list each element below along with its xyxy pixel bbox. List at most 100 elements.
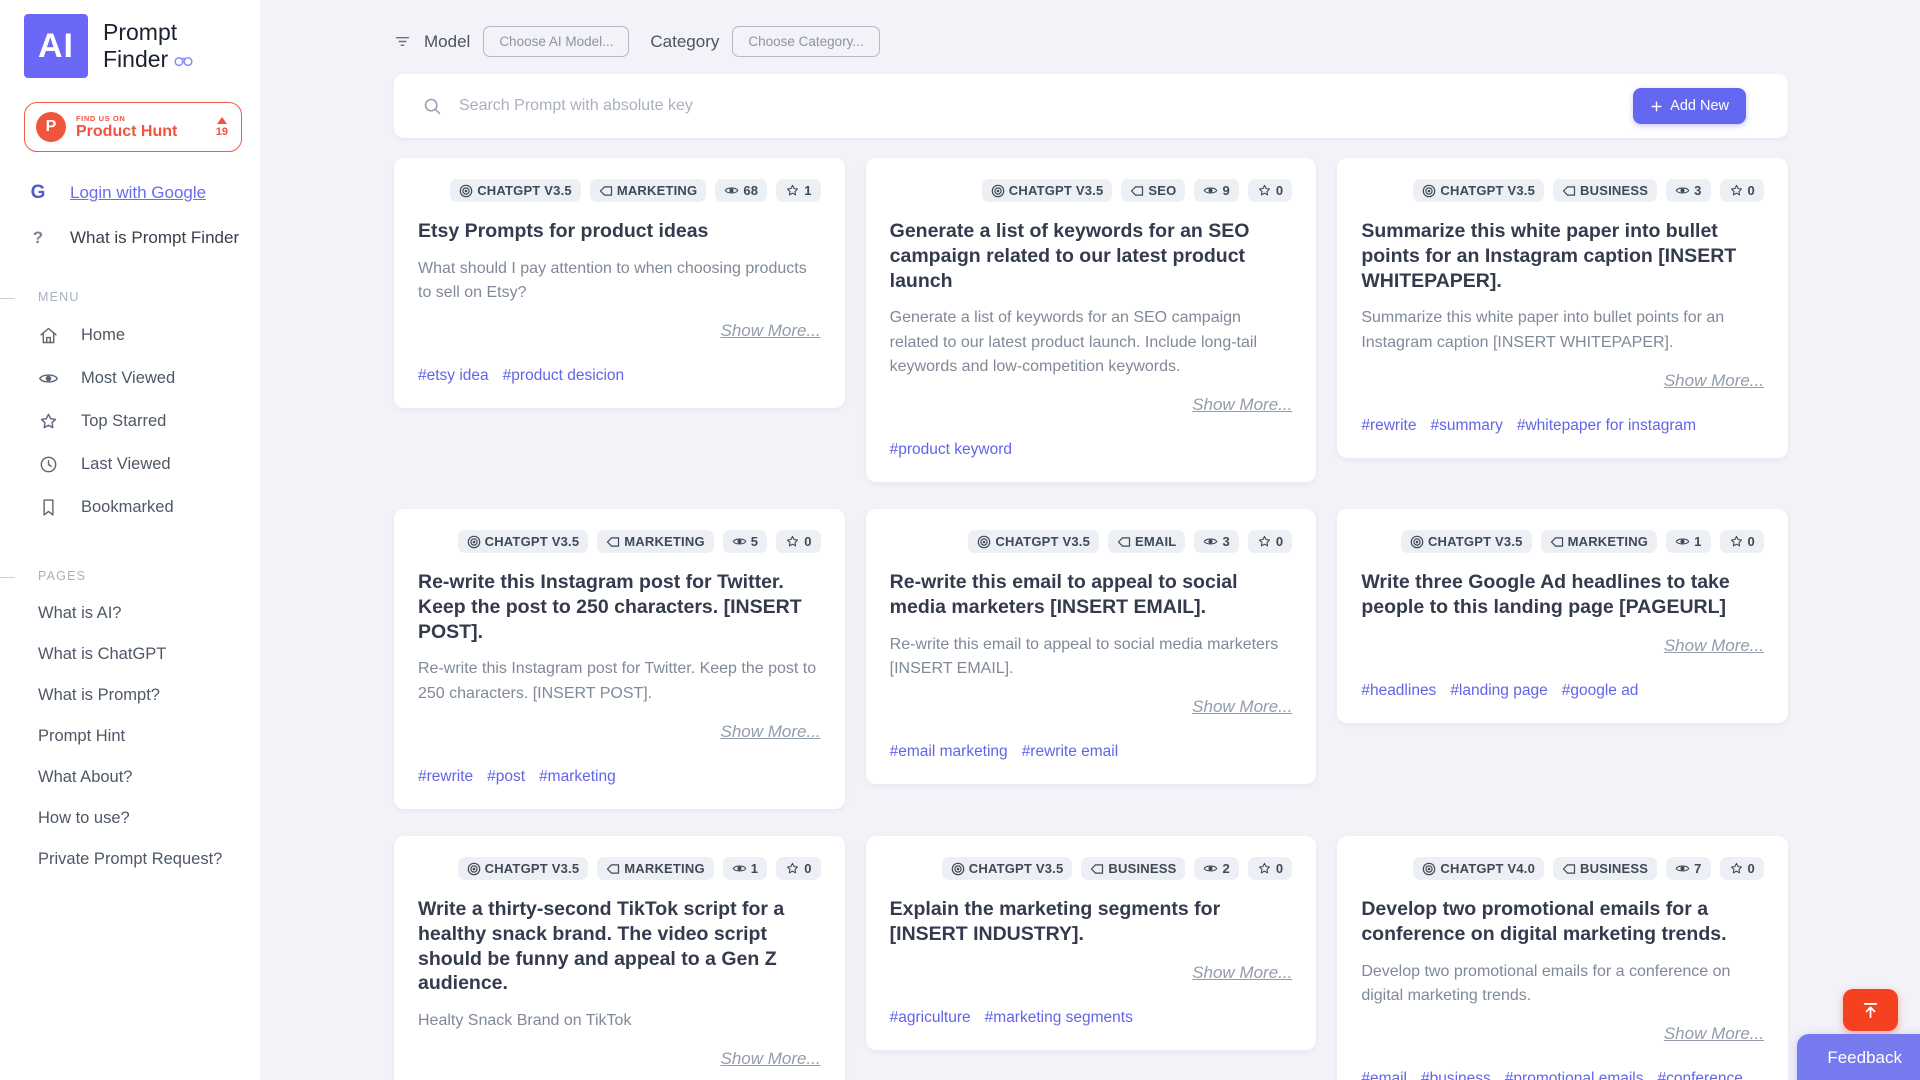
prompt-tags: #etsy idea #product desicion [418,367,821,385]
tag-link[interactable]: #etsy idea [418,367,489,385]
category-badge-value: MARKETING [624,861,705,876]
model-badge: CHATGPT V3.5 [450,179,581,202]
tag-link[interactable]: #product keyword [890,441,1012,459]
stars-badge: 1 [776,179,820,202]
stars-badge: 0 [1248,179,1292,202]
prompt-card[interactable]: CHATGPT V3.5MARKETING10Write three Googl… [1337,509,1788,723]
show-more-link[interactable]: Show More... [1664,1024,1764,1043]
model-icon [1422,862,1436,876]
scroll-to-top-button[interactable] [1843,989,1898,1031]
login-with-google[interactable]: G Login with Google [24,182,242,204]
tag-link[interactable]: #summary [1430,417,1502,435]
sidebar-item-bookmarked[interactable]: Bookmarked [24,486,242,529]
what-is-prompt-finder[interactable]: ? What is Prompt Finder [24,228,242,248]
tag-link[interactable]: #email [1361,1070,1407,1080]
sidebar-page-how-to-use[interactable]: How to use? [24,798,242,839]
feedback-button[interactable]: Feedback [1797,1034,1920,1080]
model-badge-value: CHATGPT V3.5 [1428,534,1523,549]
views-icon [724,183,739,198]
tag-link[interactable]: #google ad [1562,682,1639,700]
sidebar-page-what-is-ai[interactable]: What is AI? [24,593,242,634]
category-badge: MARKETING [590,179,707,202]
sidebar-item-label: Most Viewed [81,369,175,388]
login-link[interactable]: Login with Google [70,183,206,203]
category-badge: BUSINESS [1081,857,1185,880]
stars-badge: 0 [1248,857,1292,880]
card-badges: CHATGPT V3.5BUSINESS30 [1361,179,1764,202]
sidebar-item-most-viewed[interactable]: Most Viewed [24,357,242,400]
stars-icon [1257,183,1272,198]
app-logo[interactable]: AI Prompt Finder [24,14,242,78]
show-more-link[interactable]: Show More... [721,321,821,340]
prompt-card[interactable]: CHATGPT V3.5EMAIL30Re-write this email t… [866,509,1317,784]
show-more-link[interactable]: Show More... [721,1049,821,1068]
sidebar-item-last-viewed[interactable]: Last Viewed [24,443,242,486]
filter-bar: Model Choose AI Model... Category Choose… [394,26,1788,57]
prompt-card[interactable]: CHATGPT V3.5BUSINESS20Explain the market… [866,836,1317,1050]
tag-link[interactable]: #post [487,768,525,786]
what-is-label: What is Prompt Finder [70,228,239,248]
prompt-card[interactable]: CHATGPT V3.5MARKETING681Etsy Prompts for… [394,158,845,408]
category-select[interactable]: Choose Category... [732,26,879,57]
add-new-button[interactable]: Add New [1633,88,1746,124]
card-badges: CHATGPT V3.5MARKETING50 [418,530,821,553]
prompt-card[interactable]: CHATGPT V3.5SEO90Generate a list of keyw… [866,158,1317,482]
model-icon [951,862,965,876]
tag-link[interactable]: #marketing [539,768,616,786]
prompt-card[interactable]: CHATGPT V3.5BUSINESS30Summarize this whi… [1337,158,1788,458]
product-hunt-badge[interactable]: P FIND US ON Product Hunt 19 [24,102,242,152]
show-more-row: Show More... [418,1049,821,1069]
sidebar-page-what-is-chatgpt[interactable]: What is ChatGPT [24,634,242,675]
tag-link[interactable]: #whitepaper for instagram [1517,417,1696,435]
tag-link[interactable]: #rewrite [418,768,473,786]
views-icon [1203,183,1218,198]
prompt-card[interactable]: CHATGPT V3.5MARKETING50Re-write this Ins… [394,509,845,809]
app-title-line1: Prompt [103,19,193,46]
tag-link[interactable]: #rewrite email [1022,743,1118,761]
sidebar-item-home[interactable]: Home [24,314,242,357]
tag-link[interactable]: #rewrite [1361,417,1416,435]
stars-badge-value: 0 [1748,183,1755,198]
category-badge: MARKETING [597,857,714,880]
prompt-tags: #agriculture #marketing segments [890,1009,1293,1027]
sidebar-item-top-starred[interactable]: Top Starred [24,400,242,443]
show-more-link[interactable]: Show More... [721,722,821,741]
show-more-link[interactable]: Show More... [1664,371,1764,390]
tag-link[interactable]: #email marketing [890,743,1008,761]
tag-link[interactable]: #headlines [1361,682,1436,700]
arrow-up-to-line-icon [1860,1000,1881,1021]
model-icon [467,535,481,549]
prompt-card[interactable]: CHATGPT V4.0BUSINESS70Develop two promot… [1337,836,1788,1080]
stars-badge-value: 0 [1276,534,1283,549]
model-icon [977,535,991,549]
model-select[interactable]: Choose AI Model... [483,26,629,57]
sidebar-page-prompt-hint[interactable]: Prompt Hint [24,716,242,757]
stars-badge: 0 [1720,179,1764,202]
sidebar-page-what-is-prompt[interactable]: What is Prompt? [24,675,242,716]
tag-link[interactable]: #product desicion [503,367,625,385]
show-more-link[interactable]: Show More... [1192,395,1292,414]
tag-link[interactable]: #landing page [1450,682,1547,700]
prompt-card[interactable]: CHATGPT V3.5MARKETING10Write a thirty-se… [394,836,845,1080]
sidebar-page-what-about[interactable]: What About? [24,757,242,798]
tag-link[interactable]: #marketing segments [985,1009,1133,1027]
category-badge: BUSINESS [1553,179,1657,202]
show-more-row: Show More... [418,722,821,742]
tag-link[interactable]: #promotional emails [1505,1070,1644,1080]
show-more-link[interactable]: Show More... [1192,963,1292,982]
show-more-link[interactable]: Show More... [1664,636,1764,655]
binoculars-icon [174,53,193,67]
search-input[interactable] [459,97,1633,115]
category-badge: BUSINESS [1553,857,1657,880]
show-more-link[interactable]: Show More... [1192,697,1292,716]
tag-link[interactable]: #business [1421,1070,1491,1080]
tag-link[interactable]: #conference [1658,1070,1743,1080]
sidebar-item-label: Home [81,326,125,345]
views-badge: 1 [1666,530,1710,553]
app-title-line2: Finder [103,46,168,73]
tag-link[interactable]: #agriculture [890,1009,971,1027]
sidebar-page-private-prompt-request[interactable]: Private Prompt Request? [24,839,242,880]
model-icon [1422,184,1436,198]
eye-icon [38,368,59,389]
menu-section-label: MENU [24,290,242,304]
